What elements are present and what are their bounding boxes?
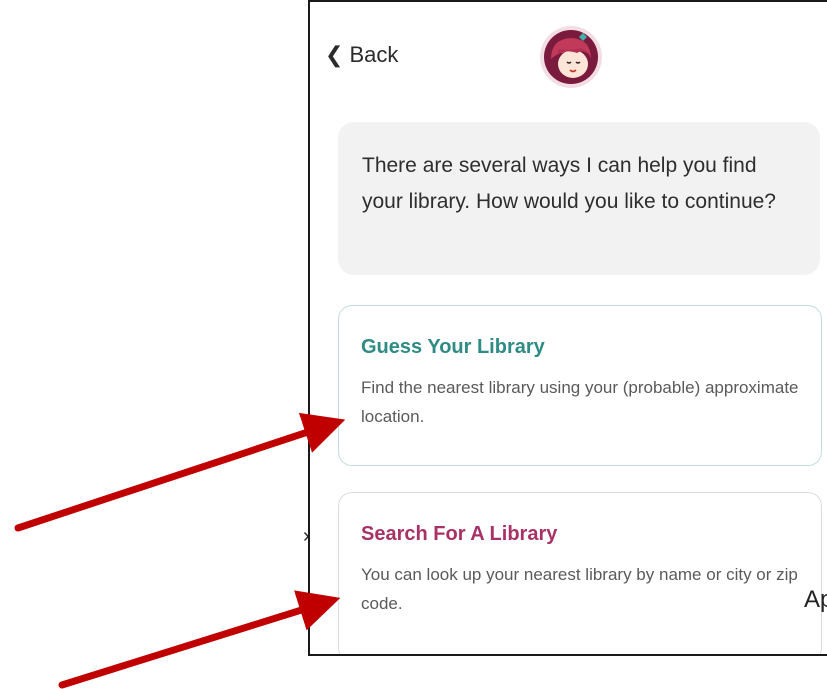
arrow-to-search-card (58, 590, 341, 689)
arrow-to-guess-card (14, 412, 346, 532)
annotation-arrows (14, 412, 346, 689)
